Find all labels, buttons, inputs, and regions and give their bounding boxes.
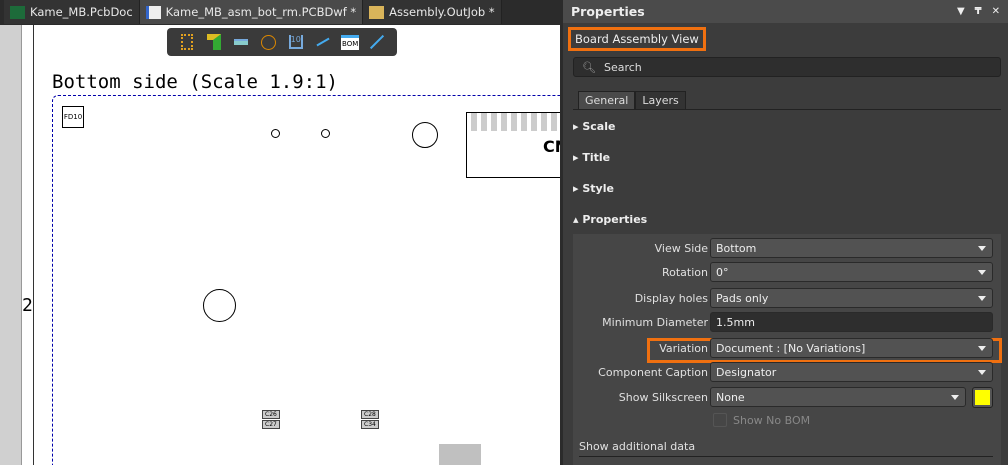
section-style[interactable]: ▸ Style xyxy=(573,182,614,195)
section-properties[interactable]: ▴ Properties xyxy=(573,213,647,226)
draftsman-icon xyxy=(145,5,161,19)
dimension-icon[interactable] xyxy=(314,33,332,51)
properties-group: View Side Bottom Rotation 0° Display holes… xyxy=(573,234,1002,465)
component-caption-row: Component Caption Designator xyxy=(573,362,1001,384)
active-bar: 10 BOM xyxy=(167,28,397,56)
show-additional-data[interactable]: Show additional data xyxy=(579,440,695,453)
search-input[interactable]: 🔍︎ Search xyxy=(573,57,1001,77)
tab-pcbdoc[interactable]: Kame_MB.PcbDoc xyxy=(4,0,140,24)
bom-icon[interactable]: BOM xyxy=(341,33,360,51)
tab-layers[interactable]: Layers xyxy=(635,91,686,109)
rotation-row: Rotation 0° xyxy=(573,262,1001,284)
outjob-folder-icon xyxy=(369,5,385,19)
document-tabs: Kame_MB.PcbDoc Kame_MB_asm_bot_rm.PCBDwf… xyxy=(0,0,563,25)
search-icon: 🔍︎ xyxy=(582,60,596,74)
properties-panel: Properties ▼ ₸ ✕ Board Assembly View 🔍︎ Sea… xyxy=(563,0,1008,465)
chip: C26 xyxy=(262,410,280,419)
pad xyxy=(439,444,481,465)
section-scale[interactable]: ▸ Scale xyxy=(573,120,615,133)
border-line xyxy=(33,25,34,465)
hole xyxy=(412,122,438,148)
display-holes-row: Display holes Pads only xyxy=(573,288,1001,310)
pcb-doc-icon xyxy=(10,5,25,19)
tab-general[interactable]: General xyxy=(578,91,636,109)
drawing-canvas[interactable]: 2 10 BOM Bottom side (Scale 1.9:1) FD10 … xyxy=(0,25,560,465)
rotation-dropdown[interactable]: 0° xyxy=(710,262,993,282)
display-holes-dropdown[interactable]: Pads only xyxy=(710,288,993,308)
tab-pcbdwf[interactable]: Kame_MB_asm_bot_rm.PCBDwf * xyxy=(139,0,364,24)
component-caption-dropdown[interactable]: Designator xyxy=(710,362,993,382)
show-no-bom-row: Show No BOM xyxy=(573,412,1001,434)
connector: CN xyxy=(466,112,560,178)
hole xyxy=(271,129,280,138)
section-title[interactable]: ▸ Title xyxy=(573,151,610,164)
min-diameter-row: Minimum Diameter 1.5mm xyxy=(573,312,1001,334)
variation-row: Variation Document : [No Variations] xyxy=(573,338,1001,360)
ruler xyxy=(0,25,22,465)
show-silkscreen-row: Show Silkscreen None xyxy=(573,387,1001,409)
chip: C34 xyxy=(361,420,379,429)
divider xyxy=(573,109,1001,110)
variation-dropdown[interactable]: Document : [No Variations] xyxy=(710,338,993,358)
chip: C27 xyxy=(262,420,280,429)
component-icon[interactable] xyxy=(178,33,196,51)
zone-label: 2 xyxy=(22,295,33,316)
view-title: Bottom side (Scale 1.9:1) xyxy=(52,71,338,93)
hole xyxy=(321,129,330,138)
close-icon[interactable]: ✕ xyxy=(992,6,1000,17)
tab-outjob[interactable]: Assembly.OutJob * xyxy=(363,0,502,24)
view-side-row: View Side Bottom xyxy=(573,238,1001,260)
silkscreen-color-swatch[interactable] xyxy=(972,387,993,408)
panel-header: Properties ▼ ₸ ✕ xyxy=(563,0,1008,23)
object-type-label: Board Assembly View xyxy=(568,27,706,51)
show-silkscreen-dropdown[interactable]: None xyxy=(710,387,966,407)
pin-icon[interactable]: ₸ xyxy=(975,6,982,17)
hole xyxy=(203,289,236,322)
chip: C28 xyxy=(361,410,379,419)
view-side-dropdown[interactable]: Bottom xyxy=(710,238,993,258)
board-outline-icon[interactable] xyxy=(205,33,223,51)
divider xyxy=(579,456,993,457)
drill-table-icon[interactable] xyxy=(259,33,277,51)
board-view-icon[interactable] xyxy=(232,33,250,51)
layer-stack-icon[interactable]: 10 xyxy=(287,33,305,51)
min-diameter-input[interactable]: 1.5mm xyxy=(710,312,993,332)
line-icon[interactable] xyxy=(368,33,386,51)
dropdown-icon[interactable]: ▼ xyxy=(957,6,965,17)
fiducial: FD10 xyxy=(62,106,84,128)
show-no-bom-checkbox[interactable] xyxy=(713,413,727,427)
